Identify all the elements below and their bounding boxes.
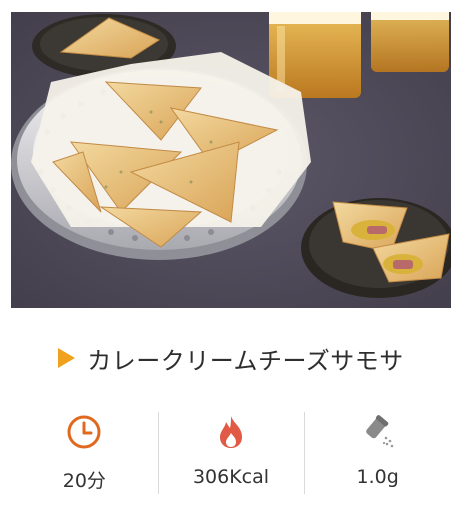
recipe-photo-illustration <box>11 12 451 308</box>
salt-shaker-icon <box>360 414 396 450</box>
recipe-photo[interactable] <box>11 12 451 308</box>
recipe-card: カレークリームチーズサモサ 20分 306Kcal 1.0g <box>0 0 462 514</box>
stat-time-value: 20分 <box>62 470 106 492</box>
recipe-stats: 20分 306Kcal 1.0g <box>11 412 451 494</box>
stat-salt-value: 1.0g <box>356 466 399 488</box>
play-arrow-icon <box>58 348 76 368</box>
stat-salt: 1.0g <box>304 412 451 494</box>
recipe-title-row: カレークリームチーズサモサ <box>0 338 462 378</box>
stat-cooking-time: 20分 <box>11 412 158 494</box>
flame-icon <box>216 414 246 450</box>
stat-calories-value: 306Kcal <box>192 466 270 488</box>
recipe-title: カレークリームチーズサモサ <box>87 346 404 375</box>
clock-icon <box>66 414 102 450</box>
stat-calories: 306Kcal <box>157 412 305 494</box>
